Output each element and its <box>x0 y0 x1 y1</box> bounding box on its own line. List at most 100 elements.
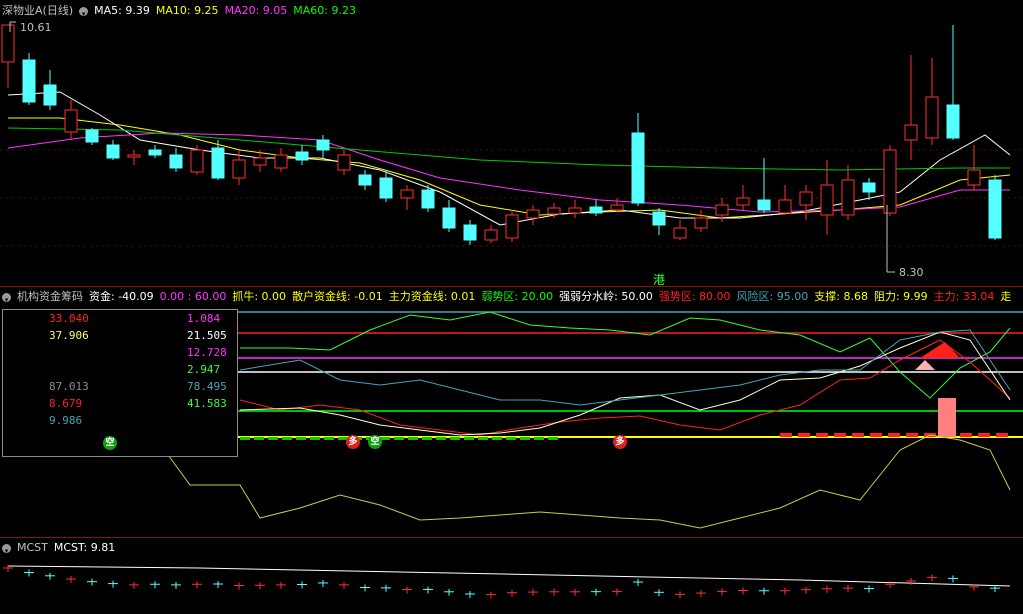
candle-body <box>400 189 414 199</box>
volume-bar <box>978 433 990 437</box>
volume-bar <box>960 433 972 437</box>
candle-body <box>22 59 36 103</box>
candle-body <box>715 204 729 216</box>
candle-body <box>967 169 981 186</box>
volume-bar <box>548 437 558 440</box>
candle-body <box>652 211 666 226</box>
volume-bar <box>816 433 828 437</box>
tooltip-value: 9.986 <box>49 414 83 427</box>
candle-body <box>904 124 918 141</box>
candle-body <box>1 24 15 63</box>
candle-body <box>64 109 78 133</box>
volume-bar <box>282 437 292 440</box>
signal-bar <box>938 398 956 437</box>
tooltip-value: 21.505 <box>187 329 227 342</box>
volume-bar <box>534 437 544 440</box>
candle-body <box>673 227 687 239</box>
tooltip-value: 2.947 <box>187 363 221 376</box>
gang-marker: 港 <box>653 273 665 285</box>
volume-bar <box>870 433 882 437</box>
mcst-chart[interactable] <box>0 554 1023 614</box>
ma60-line <box>7 127 1010 171</box>
tooltip-value: 8.679 <box>49 397 83 410</box>
mcst-value: MCST: 9.81 <box>53 541 116 554</box>
volume-bar <box>492 437 502 440</box>
candle-body <box>484 229 498 241</box>
candle-body <box>295 151 309 161</box>
long-signal-badge: 多 <box>346 435 360 449</box>
candle-body <box>589 206 603 214</box>
tooltip-value: 37.906 <box>49 329 89 342</box>
volume-bar <box>834 433 846 437</box>
candle-body <box>757 199 771 211</box>
candle-body <box>253 157 267 166</box>
candle-body <box>421 189 435 209</box>
candle-body <box>862 182 876 193</box>
candle-body <box>463 224 477 241</box>
volume-bar <box>506 437 516 440</box>
candle-body <box>85 129 99 143</box>
volume-bar <box>780 433 792 437</box>
volume-bar <box>422 437 432 440</box>
mcst-line <box>7 565 1011 587</box>
volume-bar <box>394 437 404 440</box>
candle-body <box>169 154 183 169</box>
candle-body <box>316 139 330 151</box>
candlestick-chart[interactable]: 10.61 8.30 港 <box>0 0 1023 285</box>
candle-body <box>736 197 750 206</box>
candle-body <box>190 149 204 173</box>
volume-bar <box>450 437 460 440</box>
candle-body <box>925 96 939 139</box>
candle-body <box>358 174 372 186</box>
candle-body <box>526 209 540 219</box>
signal-mountain <box>915 360 935 370</box>
candle-body <box>106 144 120 159</box>
tooltip-value: 33.040 <box>49 312 89 325</box>
panel-divider <box>0 286 1023 287</box>
tooltip-value: 12.728 <box>187 346 227 359</box>
candle-body <box>568 207 582 214</box>
candle-body <box>148 149 162 156</box>
tooltip-value: 87.013 <box>49 380 89 393</box>
volume-bar <box>798 433 810 437</box>
retail-fund-line <box>239 331 1011 436</box>
main-fund-line <box>240 311 1011 399</box>
volume-bar <box>436 437 446 440</box>
candle-body <box>43 84 57 106</box>
risk-line <box>239 329 1011 406</box>
candle-body <box>232 159 246 179</box>
strength-line <box>239 339 1011 436</box>
low-price-label: 8.30 <box>899 266 924 279</box>
candle-body <box>631 132 645 204</box>
volume-bar <box>240 437 250 440</box>
volume-bar <box>268 437 278 440</box>
candle-body <box>547 207 561 215</box>
volume-bar <box>478 437 488 440</box>
mcst-header: ▾ MCST MCST: 9.81 <box>2 541 115 555</box>
short-signal-badge: 空 <box>368 435 382 449</box>
volume-bar <box>296 437 306 440</box>
chevron-down-icon[interactable]: ▾ <box>2 543 11 555</box>
candle-body <box>841 179 855 216</box>
volume-bar <box>324 437 334 440</box>
candle-body <box>988 179 1002 239</box>
volume-bar <box>310 437 320 440</box>
lower-band-line <box>149 429 1011 529</box>
volume-bar <box>408 437 418 440</box>
candle-body <box>127 154 141 158</box>
volume-bar <box>254 437 264 440</box>
kong-badge: 空 <box>103 436 117 450</box>
candle-body <box>778 199 792 214</box>
candle-body <box>610 204 624 211</box>
candle-body <box>694 217 708 229</box>
mcst-title[interactable]: MCST <box>17 541 48 555</box>
candle-body <box>946 104 960 139</box>
high-price-label: 10.61 <box>20 21 52 34</box>
volume-bar <box>996 433 1008 437</box>
candle-body <box>820 184 834 216</box>
candle-body <box>442 207 456 229</box>
data-tooltip-window: 33.040 37.906 87.013 8.679 9.986 1.084 21.505… <box>2 309 238 457</box>
candle-body <box>211 147 225 179</box>
candle-body <box>883 149 897 214</box>
tooltip-value: 41.583 <box>187 397 227 410</box>
